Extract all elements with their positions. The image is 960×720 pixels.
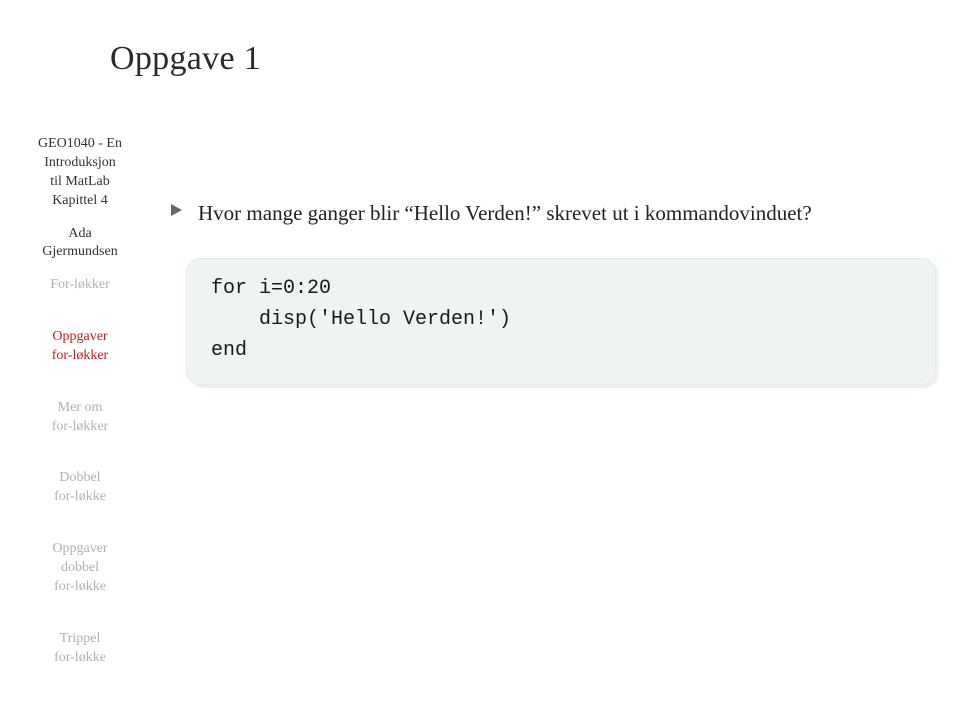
nav-label: For-løkker bbox=[50, 277, 110, 292]
nav-oppgaver-dobbel-for-lokke[interactable]: Oppgaver dobbel for-løkke bbox=[0, 521, 160, 597]
slide-title: Oppgave 1 bbox=[110, 40, 930, 78]
nav-dobbel-for-lokke[interactable]: Dobbel for-løkke bbox=[0, 451, 160, 508]
slide-body: Oppgave 1 Hvor mange ganger blir “Hello … bbox=[110, 40, 930, 385]
nav-mer-om-for-lokker[interactable]: Mer om for-løkker bbox=[0, 380, 160, 437]
code-block: for i=0:20 disp('Hello Verden!') end bbox=[186, 258, 936, 385]
nav-trippel-for-lokke[interactable]: Trippel for-løkke bbox=[0, 611, 160, 668]
nav-label: Oppgaver for-løkker bbox=[52, 329, 108, 363]
nav-label: Dobbel for-løkke bbox=[54, 470, 106, 504]
nav-label: Oppgaver dobbel for-løkke bbox=[52, 541, 107, 594]
bullet-text: Hvor mange ganger blir “Hello Verden!” s… bbox=[198, 198, 812, 228]
nav-label: Mer om for-løkker bbox=[52, 400, 108, 434]
bullet-icon bbox=[170, 198, 184, 224]
nav-label: Trippel for-løkke bbox=[54, 631, 106, 665]
bullet-item: Hvor mange ganger blir “Hello Verden!” s… bbox=[170, 198, 930, 228]
